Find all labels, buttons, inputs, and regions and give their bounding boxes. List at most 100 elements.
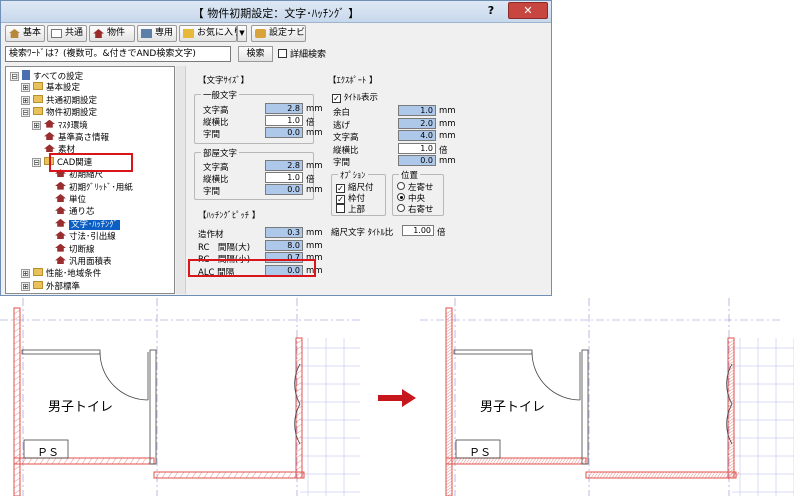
partition: [21, 349, 101, 355]
hatch-line: [245, 471, 251, 479]
hatch-line: [13, 459, 21, 465]
common-button[interactable]: 共通: [47, 25, 87, 42]
value-input[interactable]: 2.0: [398, 117, 436, 129]
value-input[interactable]: 1.0: [398, 105, 436, 116]
collapse-icon[interactable]: ⊟: [10, 72, 19, 81]
help-button[interactable]: ?: [481, 3, 501, 19]
tree-item-label: 単位: [69, 195, 87, 205]
search-input[interactable]: 検索ﾜｰﾄﾞは？(複数可。&付きでAND検索文字): [5, 46, 231, 62]
tree-item[interactable]: ⊟ 物件初期設定: [21, 107, 97, 119]
wall: [153, 471, 305, 479]
export-title: 【ｴｸｽﾎﾟｰﾄ 】: [328, 76, 378, 86]
common-label: 共通: [65, 28, 84, 38]
hatch-line: [105, 457, 111, 465]
tree-item-label: ﾏｽﾀ環境: [58, 120, 88, 131]
value-input[interactable]: 1.0: [265, 115, 303, 126]
expand-icon[interactable]: ⊞: [21, 83, 30, 93]
tree-item[interactable]: ⊞ 共通初期設定: [21, 94, 98, 107]
option-label: 上部: [348, 205, 366, 215]
unit-label: 倍: [439, 145, 448, 156]
close-button[interactable]: ✕: [508, 2, 548, 19]
hatch-line: [75, 457, 81, 465]
pane-scrollbar[interactable]: [176, 66, 186, 294]
dialog-title: 【 物件初期設定：文字･ﾊｯﾁﾝｸﾞ 】: [192, 7, 360, 20]
tree-item[interactable]: 文字･ﾊｯﾁﾝｸﾞ: [43, 218, 120, 231]
collapse-icon[interactable]: ⊟: [21, 108, 30, 118]
tree-item[interactable]: 初期ｸﾞﾘｯﾄﾞ･用紙: [43, 181, 133, 194]
value-input[interactable]: 0.0: [265, 184, 303, 195]
tree-item[interactable]: ⊞ 外部標準: [21, 280, 80, 293]
tree-item[interactable]: 単位: [43, 194, 86, 206]
hatch-line: [27, 457, 33, 465]
tree-item[interactable]: 汎用面積表: [43, 256, 112, 268]
door-swing: [99, 351, 149, 401]
hatch-line: [129, 457, 135, 465]
value-input[interactable]: 1.0: [265, 172, 303, 183]
general-text-title: 一般文字: [201, 89, 240, 101]
title-display-checkbox[interactable]: ✓ ﾀｲﾄﾙ表示: [332, 91, 378, 103]
tree-item-label: 性能･地域条件: [46, 269, 102, 280]
property-icon: [93, 29, 104, 38]
settings-tree[interactable]: ⊟ すべての設定 ⊞ 基本設定 ⊞ 共通初期設定 ⊟ 物件初期設定 ⊞ ﾏｽﾀ環境 基準高さ情報 素材…: [5, 66, 175, 294]
tree-item[interactable]: 寸法･引出線: [43, 231, 116, 243]
hatch-line: [13, 435, 21, 441]
field-label: 字間: [203, 130, 221, 140]
collapse-icon[interactable]: ⊟: [32, 157, 41, 167]
tree-item[interactable]: ⊞ ﾏｽﾀ環境: [32, 119, 88, 132]
folder-icon: [33, 280, 43, 289]
tree-item-label: 通り芯: [69, 207, 95, 218]
favorites-button[interactable]: お気に入り: [179, 25, 242, 42]
value-input[interactable]: 0.0: [398, 155, 436, 166]
field-label: 字間: [333, 158, 351, 168]
value-input[interactable]: 8.0: [265, 239, 303, 251]
house-icon: [55, 181, 66, 190]
option-checkbox[interactable]: 上部: [336, 203, 365, 215]
settings-navi-button[interactable]: 設定ナビ: [251, 25, 306, 42]
dedicated-button[interactable]: 専用: [137, 25, 177, 42]
book-icon: [22, 70, 30, 80]
expand-icon[interactable]: ⊞: [21, 281, 30, 291]
value-input[interactable]: 0.3: [265, 227, 303, 238]
star-icon: [183, 29, 194, 38]
tree-item-label: すべての設定: [33, 72, 84, 82]
value-input[interactable]: 2.8: [265, 160, 303, 171]
value-input[interactable]: 4.0: [398, 130, 436, 141]
expand-icon[interactable]: ⊞: [32, 120, 41, 130]
tree-item[interactable]: ⊟ すべての設定: [10, 70, 83, 82]
hatch-line: [203, 471, 209, 479]
detail-search-checkbox[interactable]: 詳細検索: [278, 47, 326, 60]
value-input[interactable]: 1.0: [398, 142, 436, 154]
tree-item[interactable]: 基準高さ情報: [32, 132, 109, 144]
position-radio[interactable]: 右寄せ: [397, 203, 434, 215]
tree-item[interactable]: ⊞ 性能･地域条件: [21, 268, 101, 280]
hatch-line: [21, 457, 27, 465]
field-label: 縦横比: [203, 118, 229, 128]
tree-item[interactable]: ⊞ 基本設定: [21, 82, 80, 94]
hatch-line: [13, 315, 21, 321]
value-input[interactable]: 2.8: [265, 103, 303, 114]
tree-item-label: 共通初期設定: [46, 95, 98, 106]
field-label: 文字高: [203, 106, 229, 116]
hatch-line: [161, 471, 167, 479]
expand-icon[interactable]: ⊞: [21, 95, 30, 105]
tree-item[interactable]: 切断線: [43, 243, 95, 256]
property-button[interactable]: 物件: [89, 25, 135, 42]
basic-label: 基本: [23, 28, 42, 38]
dedicated-label: 専用: [155, 28, 174, 38]
search-button[interactable]: 検索: [238, 46, 273, 62]
radio-icon: [397, 193, 405, 201]
scale-ratio-input[interactable]: 1.00: [402, 225, 434, 236]
title-bar: 【 物件初期設定：文字･ﾊｯﾁﾝｸﾞ 】 ? ✕: [1, 1, 551, 23]
favorites-dropdown[interactable]: ▼: [237, 25, 247, 42]
screenshot-root: 【 物件初期設定：文字･ﾊｯﾁﾝｸﾞ 】 ? ✕ 基本 共通 物件 専用 お気に…: [0, 0, 794, 496]
basic-button[interactable]: 基本: [5, 25, 45, 42]
value-input[interactable]: 0.0: [265, 127, 303, 138]
hatch-line: [13, 417, 21, 423]
hatch-line: [13, 369, 21, 375]
house-icon: [55, 206, 66, 215]
alc-highlight-frame: [188, 259, 316, 277]
hatch-line: [13, 387, 21, 393]
expand-icon[interactable]: ⊞: [21, 269, 30, 279]
field-label: 余白: [333, 108, 351, 118]
tree-item[interactable]: 通り芯: [43, 206, 95, 218]
